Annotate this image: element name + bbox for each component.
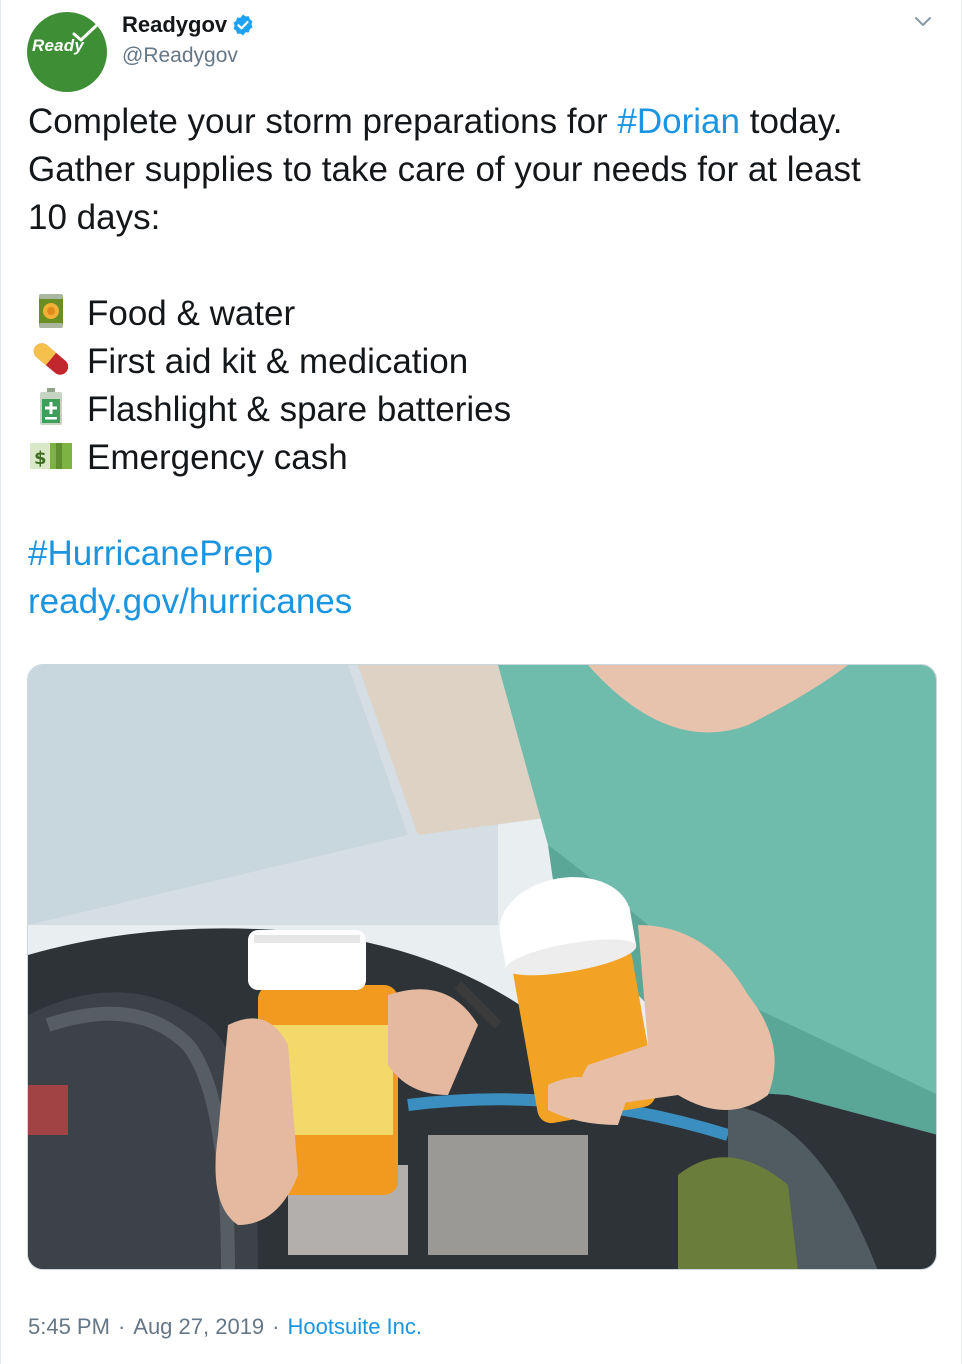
checkmark-icon — [72, 23, 99, 42]
photo-medication-bottles — [28, 665, 936, 1269]
tweet-time[interactable]: 5:45 PM — [28, 1314, 110, 1339]
hashtag-dorian-link[interactable]: #Dorian — [617, 102, 740, 141]
tweet-source-link[interactable]: Hootsuite Inc. — [288, 1314, 423, 1339]
canned-food-icon — [28, 291, 74, 331]
tweet-photo[interactable] — [27, 664, 937, 1270]
tweet-text: Complete your storm preparations for #Do… — [28, 98, 928, 626]
list-item-label: Emergency cash — [87, 438, 348, 477]
list-item: Flashlight & spare batteries — [28, 386, 928, 434]
battery-icon — [28, 387, 74, 427]
author-name-row[interactable]: Readygov — [122, 10, 255, 40]
list-item: Food & water — [28, 290, 928, 338]
avatar[interactable]: Ready — [27, 12, 107, 92]
ready-gov-hurricanes-link[interactable]: ready.gov/hurricanes — [28, 582, 352, 621]
tweet-metadata: 5:45 PM · Aug 27, 2019 · Hootsuite Inc. — [28, 1312, 422, 1342]
author-handle[interactable]: @Readygov — [122, 42, 238, 70]
list-item: $ Emergency cash — [28, 434, 928, 482]
tweet-line-2: Gather supplies to take care of your nee… — [28, 150, 861, 189]
svg-text:$: $ — [34, 448, 47, 469]
tweet-line-3: 10 days: — [28, 198, 161, 237]
dollar-banknote-icon: $ — [28, 435, 74, 475]
tweet-line-1: Complete your storm preparations for #Do… — [28, 98, 928, 146]
pill-icon — [28, 339, 74, 379]
separator: · — [272, 1314, 280, 1339]
list-item-label: Flashlight & spare batteries — [87, 390, 512, 429]
display-name[interactable]: Readygov — [122, 10, 227, 40]
verified-badge-icon — [233, 14, 253, 36]
list-item-label: Food & water — [87, 294, 296, 333]
tweet-text-segment: today. — [740, 102, 843, 141]
tweet-text-segment: Complete your storm preparations for — [28, 102, 618, 141]
chevron-down-icon[interactable] — [913, 14, 933, 30]
separator: · — [117, 1314, 126, 1339]
tweet-date[interactable]: Aug 27, 2019 — [133, 1314, 264, 1339]
list-item: First aid kit & medication — [28, 338, 928, 386]
list-item-label: First aid kit & medication — [87, 342, 469, 381]
tweet-card: Ready Readygov @Readygov Complete your s… — [0, 0, 962, 1364]
hashtag-hurricaneprep-link[interactable]: #HurricanePrep — [28, 534, 273, 573]
